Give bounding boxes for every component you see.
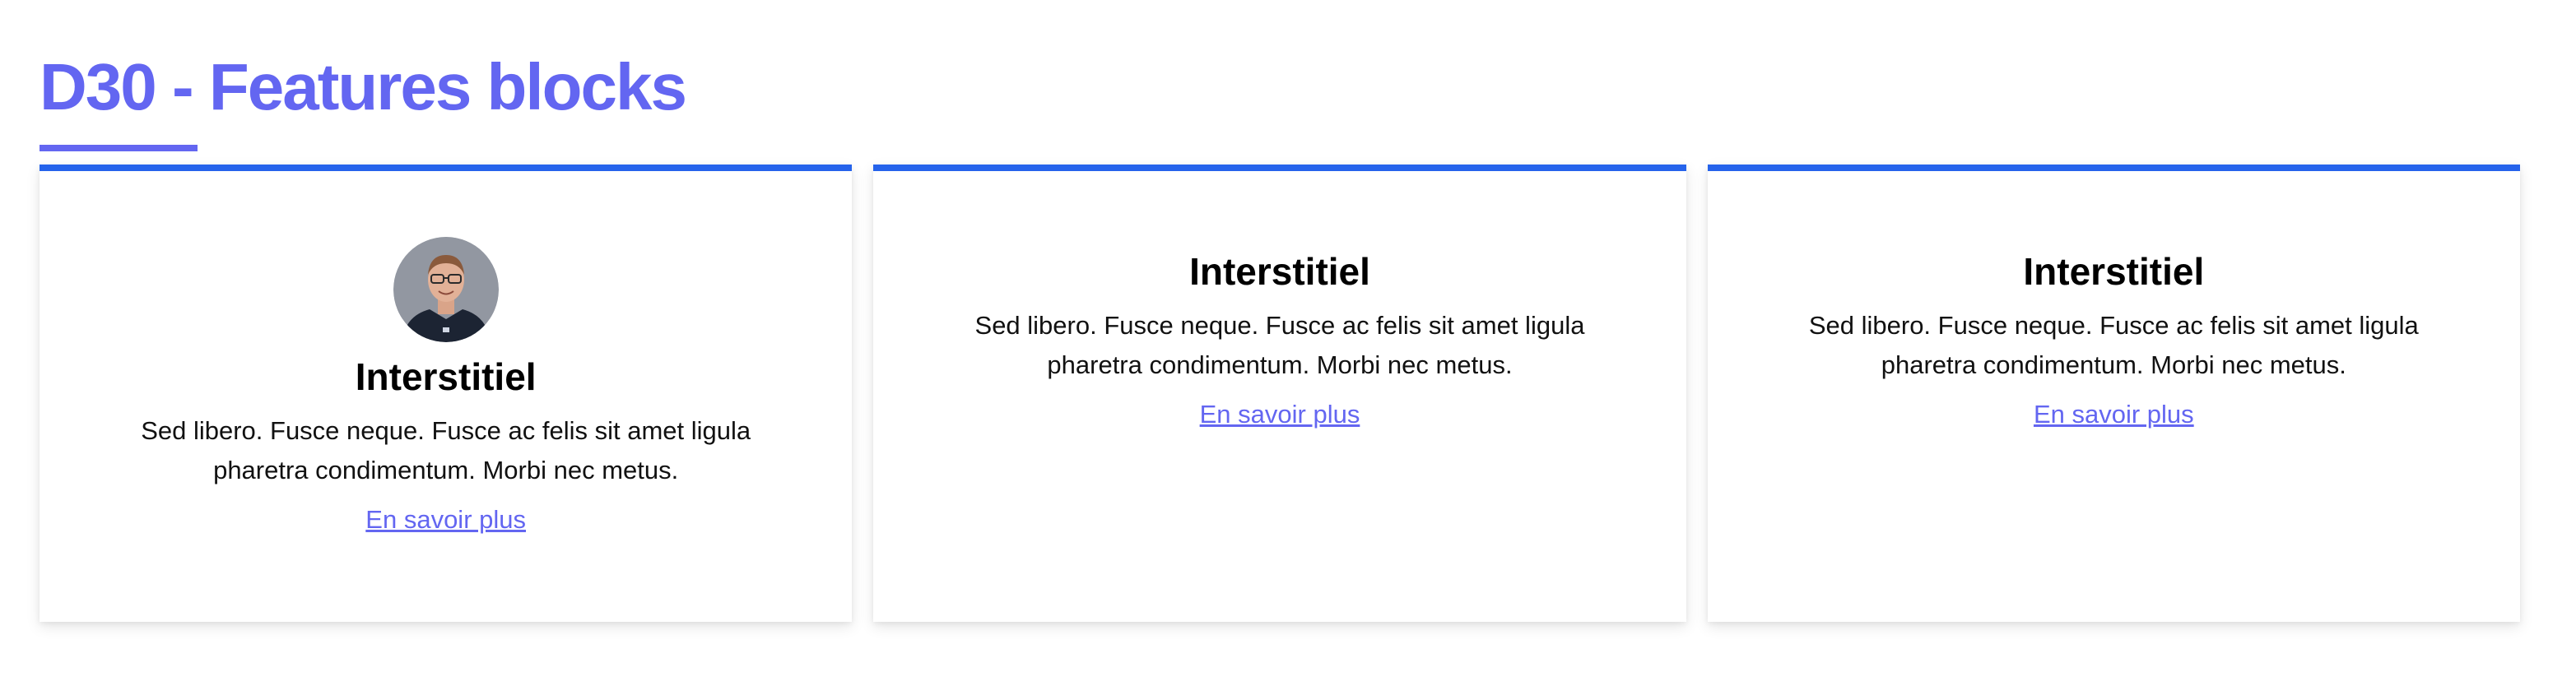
card-title: Interstitiel (2023, 250, 2205, 293)
learn-more-link[interactable]: En savoir plus (1200, 395, 1360, 434)
card-title: Interstitiel (355, 355, 537, 398)
page: D30 - Features blocks Interstitiel Sed l… (0, 0, 2576, 686)
feature-card: Interstitiel Sed libero. Fusce neque. Fu… (873, 165, 1686, 622)
feature-card: Interstitiel Sed libero. Fusce neque. Fu… (1707, 165, 2520, 622)
feature-card: Interstitiel Sed libero. Fusce neque. Fu… (40, 165, 853, 622)
card-text: Sed libero. Fusce neque. Fusce ac felis … (974, 311, 1585, 379)
page-title: D30 - Features blocks (40, 50, 687, 123)
title-underline (40, 145, 198, 151)
card-text: Sed libero. Fusce neque. Fusce ac felis … (141, 416, 751, 484)
card-text: Sed libero. Fusce neque. Fusce ac felis … (1808, 311, 2419, 379)
learn-more-link[interactable]: En savoir plus (2034, 395, 2194, 434)
learn-more-link[interactable]: En savoir plus (365, 500, 526, 540)
card-title: Interstitiel (1189, 250, 1370, 293)
person-avatar-icon (393, 237, 499, 342)
features-blocks: Interstitiel Sed libero. Fusce neque. Fu… (40, 165, 2520, 622)
